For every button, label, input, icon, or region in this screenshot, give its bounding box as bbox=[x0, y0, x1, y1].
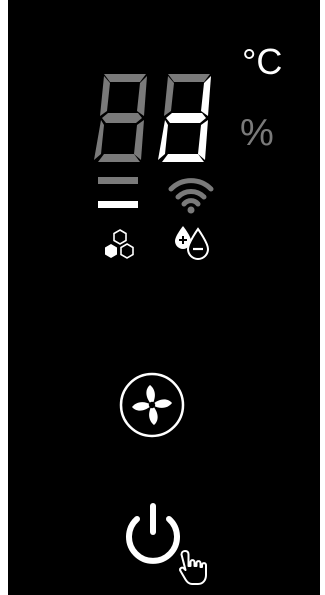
segment-e bbox=[94, 120, 104, 160]
segment-d bbox=[162, 154, 204, 162]
wifi-icon bbox=[168, 178, 214, 214]
fan-button[interactable] bbox=[119, 372, 185, 438]
digit-2 bbox=[158, 74, 211, 162]
segment-c bbox=[134, 120, 144, 160]
honeycomb-filter-icon[interactable] bbox=[100, 226, 136, 262]
level-bar-upper bbox=[98, 177, 138, 184]
level-bar-lower bbox=[98, 201, 138, 208]
segment-e bbox=[158, 120, 168, 160]
segment-g bbox=[102, 113, 142, 123]
level-bars-indicator bbox=[98, 177, 138, 208]
segment-c bbox=[198, 120, 208, 160]
segment-a bbox=[168, 74, 210, 82]
digit-1 bbox=[94, 74, 147, 162]
fan-icon bbox=[132, 385, 172, 425]
segment-f bbox=[100, 76, 110, 116]
humidity-percent-label: % bbox=[240, 112, 274, 154]
celsius-unit-label: °C bbox=[242, 41, 283, 82]
control-panel: °C % bbox=[8, 0, 320, 595]
seven-segment-display bbox=[94, 74, 211, 162]
segment-a bbox=[104, 74, 146, 82]
segment-g bbox=[166, 113, 206, 123]
droplet-plus-minus-icon[interactable] bbox=[172, 224, 212, 260]
power-icon bbox=[126, 503, 180, 564]
segment-d bbox=[98, 154, 140, 162]
segment-f bbox=[164, 76, 174, 116]
hand-pointer-icon bbox=[179, 550, 207, 585]
